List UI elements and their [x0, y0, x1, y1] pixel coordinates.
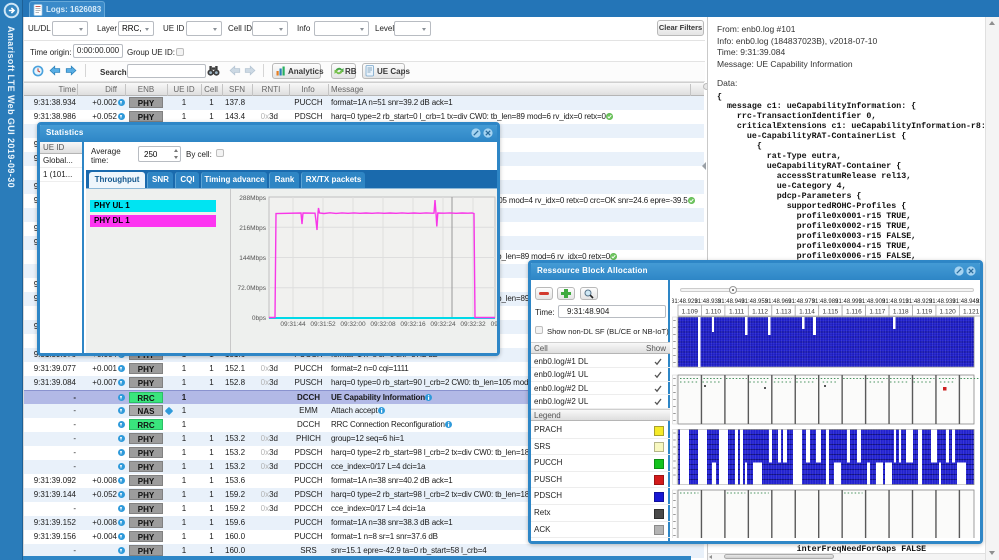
svg-text:1.113: 1.113	[776, 309, 792, 316]
svg-text:09:31:44: 09:31:44	[280, 321, 306, 328]
svg-text:09:32:00: 09:32:00	[340, 321, 366, 328]
svg-text:0bps: 0bps	[252, 315, 267, 322]
svg-text:09:32:08: 09:32:08	[370, 321, 396, 328]
svg-text:1.119: 1.119	[916, 309, 932, 316]
svg-text:1.117: 1.117	[869, 309, 885, 316]
svg-text:72.0Mbps: 72.0Mbps	[237, 285, 266, 292]
svg-text:1.115: 1.115	[823, 309, 839, 316]
svg-text:09:31:52: 09:31:52	[310, 321, 336, 328]
svg-text:1.116: 1.116	[846, 309, 862, 316]
svg-text:1.109: 1.109	[682, 309, 699, 316]
svg-text:09:3: 09:3	[491, 321, 500, 328]
svg-text:1.110: 1.110	[705, 309, 721, 316]
svg-text:1.111: 1.111	[729, 309, 745, 316]
svg-text:1.120: 1.120	[940, 309, 957, 316]
svg-text:09:32:16: 09:32:16	[400, 321, 426, 328]
svg-text:1.121: 1.121	[963, 309, 980, 316]
svg-text:31:48.959: 31:48.959	[976, 299, 980, 305]
svg-text:144Mbps: 144Mbps	[239, 255, 266, 262]
svg-text:09:32:24: 09:32:24	[430, 321, 456, 328]
svg-text:216Mbps: 216Mbps	[239, 225, 266, 232]
svg-text:1.118: 1.118	[893, 309, 909, 316]
svg-text:09:32:32: 09:32:32	[460, 321, 486, 328]
svg-text:288Mbps: 288Mbps	[239, 195, 266, 202]
svg-text:1.112: 1.112	[752, 309, 768, 316]
svg-text:1.114: 1.114	[799, 309, 815, 316]
